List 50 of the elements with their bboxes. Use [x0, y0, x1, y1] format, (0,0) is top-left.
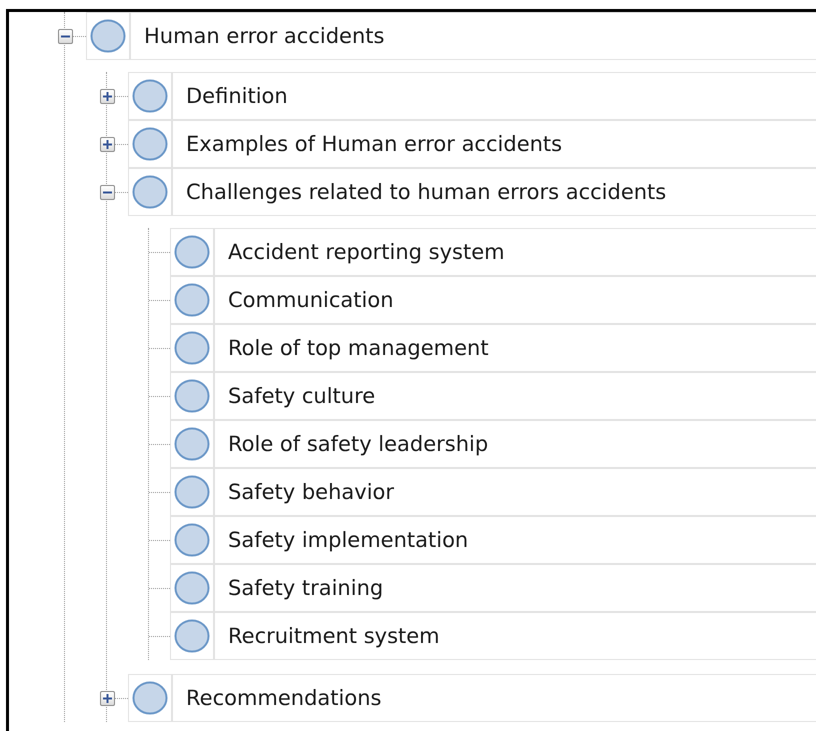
- tree-node[interactable]: Accident reporting system: [170, 228, 816, 276]
- plus-icon: [103, 694, 112, 702]
- circle-icon: [174, 378, 210, 414]
- tree-node[interactable]: Human error accidents: [86, 12, 816, 60]
- circle-icon: [174, 522, 210, 558]
- circle-icon: [90, 18, 126, 54]
- tree-node[interactable]: Definition: [128, 72, 816, 120]
- node-label: Human error accidents: [143, 24, 384, 48]
- tree-node[interactable]: Recommendations: [128, 674, 816, 722]
- node-label: Safety implementation: [227, 528, 468, 552]
- tree-node[interactable]: Role of safety leadership: [170, 420, 816, 468]
- circle-icon: [132, 126, 168, 162]
- circle-icon: [132, 78, 168, 114]
- node-label: Recommendations: [185, 686, 382, 710]
- expand-button[interactable]: [100, 690, 115, 706]
- circle-icon: [174, 330, 210, 366]
- circle-icon: [174, 618, 210, 654]
- node-label: Role of top management: [227, 336, 489, 360]
- expand-button[interactable]: [100, 88, 115, 104]
- tree-node[interactable]: Recruitment system: [170, 612, 816, 660]
- tree-node[interactable]: Examples of Human error accidents: [128, 120, 816, 168]
- circle-icon: [174, 426, 210, 462]
- node-label: Safety training: [227, 576, 384, 600]
- node-label: Recruitment system: [227, 624, 440, 648]
- collapse-button[interactable]: [58, 28, 73, 44]
- tree-node[interactable]: Safety behavior: [170, 468, 816, 516]
- tree-node[interactable]: Role of top management: [170, 324, 816, 372]
- circle-icon: [132, 174, 168, 210]
- circle-icon: [174, 234, 210, 270]
- tree-node[interactable]: Safety training: [170, 564, 816, 612]
- node-label: Role of safety leadership: [227, 432, 488, 456]
- plus-icon: [103, 140, 112, 148]
- node-label: Communication: [227, 288, 394, 312]
- tree-node[interactable]: Communication: [170, 276, 816, 324]
- circle-icon: [132, 680, 168, 716]
- tree-node[interactable]: Challenges related to human errors accidents: [128, 168, 816, 216]
- node-label: Examples of Human error accidents: [185, 132, 562, 156]
- circle-icon: [174, 282, 210, 318]
- collapse-button[interactable]: [100, 184, 115, 200]
- node-label: Safety behavior: [227, 480, 394, 504]
- expand-button[interactable]: [100, 136, 115, 152]
- tree-node[interactable]: Safety culture: [170, 372, 816, 420]
- circle-icon: [174, 474, 210, 510]
- plus-icon: [103, 92, 112, 100]
- node-label: Challenges related to human errors accidents: [185, 180, 666, 204]
- tree-node[interactable]: Safety implementation: [170, 516, 816, 564]
- circle-icon: [174, 570, 210, 606]
- node-label: Definition: [185, 84, 288, 108]
- node-label: Safety culture: [227, 384, 376, 408]
- node-label: Accident reporting system: [227, 240, 505, 264]
